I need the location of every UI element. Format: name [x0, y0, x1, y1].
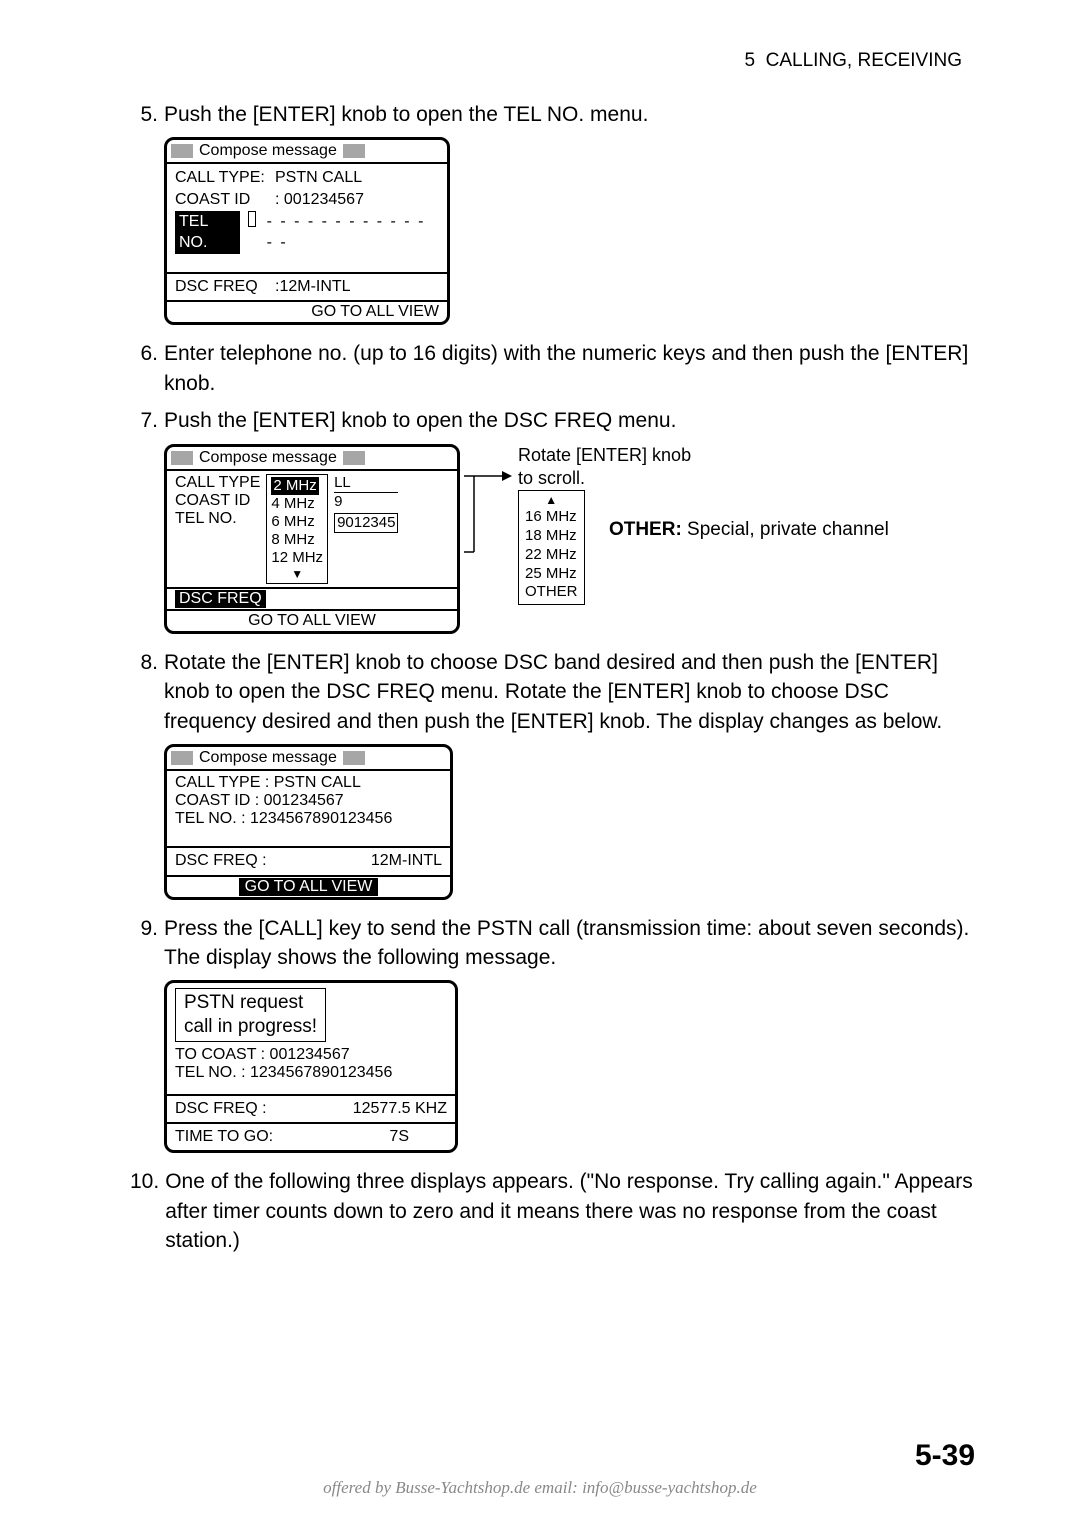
lcd-pstn-request: PSTN request call in progress! TO COAST … [164, 980, 458, 1153]
title-decor-icon [171, 751, 193, 765]
title-decor-icon [343, 144, 365, 158]
field-label: DSC FREQ : [175, 850, 267, 872]
page: 5 CALLING, RECEIVING 5. Push the [ENTER]… [0, 0, 1080, 1528]
step-text: Push the [ENTER] knob to open the TEL NO… [164, 100, 980, 129]
lcd-row: CALL TYPE : PSTN CALL [175, 774, 442, 792]
step-5: 5. Push the [ENTER] knob to open the TEL… [130, 100, 980, 129]
scroll-option: 18 MHz [525, 527, 578, 546]
dropdown-selected: 2 MHz [271, 477, 318, 495]
msg-line: call in progress! [184, 1016, 317, 1037]
chapter-num: 5 [744, 50, 755, 71]
obscured-text: LL 9 9012345 [334, 474, 398, 533]
selected-footer: GO TO ALL VIEW [239, 878, 379, 896]
lcd-compose-1: Compose message CALL TYPE: PSTN CALL COAS… [164, 137, 450, 325]
lcd2-group: Compose message CALL TYPE COAST ID TEL N… [164, 444, 980, 634]
lcd-footer: GO TO ALL VIEW [167, 875, 450, 897]
title-decor-icon [343, 451, 365, 465]
lcd-compose-2: Compose message CALL TYPE COAST ID TEL N… [164, 444, 460, 634]
step-text: Push the [ENTER] knob to open the DSC FR… [164, 406, 980, 435]
step-6: 6. Enter telephone no. (up to 16 digits)… [130, 339, 980, 398]
step-num: 7. [130, 406, 164, 435]
title-decor-icon [171, 451, 193, 465]
scroll-group: Rotate [ENTER] knob to scroll. ▲ 16 MHz … [518, 444, 889, 606]
title-decor-icon [171, 144, 193, 158]
arrow-up-icon: ▲ [525, 493, 578, 508]
lcd-footer: GO TO ALL VIEW [167, 609, 457, 631]
frag: LL [334, 474, 398, 493]
page-footer: offered by Busse-Yachtshop.de email: inf… [0, 1478, 1080, 1498]
lcd-title: Compose message [167, 747, 450, 771]
field-label: COAST ID [175, 189, 267, 211]
field-label: CALL TYPE: [175, 167, 267, 189]
frag-box: 9012345 [334, 513, 398, 533]
lcd-title: Compose message [167, 447, 457, 471]
other-note-bold: OTHER: [609, 519, 682, 540]
field-label: COAST ID [175, 492, 260, 510]
step-10: 10. One of the following three displays … [130, 1167, 980, 1255]
scroll-panel: ▲ 16 MHz 18 MHz 22 MHz 25 MHz OTHER [518, 490, 585, 605]
page-number: 5-39 [915, 1439, 975, 1473]
field-value: 12577.5 KHZ [353, 1098, 447, 1120]
lcd-row: TEL NO. : 1234567890123456 [175, 1064, 447, 1082]
lcd-title-text: Compose message [199, 142, 337, 160]
page-header: 5 CALLING, RECEIVING [130, 50, 980, 72]
dropdown-option: 8 MHz [271, 531, 323, 549]
field-label: TIME TO GO: [175, 1126, 273, 1148]
lcd-row: COAST ID : 001234567 [175, 792, 442, 810]
dropdown-option: 12 MHz [271, 549, 323, 567]
scroll-option: 22 MHz [525, 546, 578, 565]
step-8: 8. Rotate the [ENTER] knob to choose DSC… [130, 648, 980, 736]
field-value: PSTN CALL [275, 167, 362, 189]
cursor-icon [248, 211, 256, 227]
field-labels-col: CALL TYPE COAST ID TEL NO. [175, 474, 260, 558]
lcd-row: TEL NO. : 1234567890123456 [175, 810, 442, 828]
scroll-option: 25 MHz [525, 565, 578, 584]
lcd-title-text: Compose message [199, 749, 337, 767]
step-text: Rotate the [ENTER] knob to choose DSC ba… [164, 648, 980, 736]
freq-dropdown: 2 MHz 4 MHz 6 MHz 8 MHz 12 MHz ▼ [266, 474, 328, 584]
chapter-title: CALLING, RECEIVING [766, 50, 962, 71]
field-label: DSC FREQ : [175, 1098, 267, 1120]
field-label: CALL TYPE [175, 474, 260, 492]
arrow-down-icon: ▼ [271, 567, 323, 581]
placeholder-dashes: - - - - - - - - - - - - - - [267, 211, 439, 254]
step-num: 5. [130, 100, 164, 129]
telno-row: TEL NO. - - - - - - - - - - - - - - [175, 211, 439, 254]
lcd-compose-3: Compose message CALL TYPE : PSTN CALL CO… [164, 744, 453, 900]
dropdown-option: 4 MHz [271, 495, 323, 513]
other-note-rest: Special, private channel [682, 519, 889, 540]
arrow-right-icon [464, 444, 514, 564]
lcd-title-text: Compose message [199, 449, 337, 467]
step-num: 10. [130, 1167, 165, 1255]
dropdown-option: 6 MHz [271, 513, 323, 531]
selected-field: TEL NO. [175, 211, 240, 254]
step-text: One of the following three displays appe… [165, 1167, 980, 1255]
field-value: :12M-INTL [275, 276, 351, 298]
step-7: 7. Push the [ENTER] knob to open the DSC… [130, 406, 980, 435]
field-value: 12M-INTL [371, 850, 442, 872]
step-num: 8. [130, 648, 164, 736]
msg-line: PSTN request [184, 992, 303, 1013]
field-label: TEL NO. [175, 510, 260, 528]
scroll-hint: Rotate [ENTER] knob to scroll. [518, 444, 691, 491]
selected-field: DSC FREQ [175, 590, 266, 608]
lcd-footer: GO TO ALL VIEW [167, 300, 447, 322]
step-num: 6. [130, 339, 164, 398]
scroll-option: 16 MHz [525, 508, 578, 527]
step-9: 9. Press the [CALL] key to send the PSTN… [130, 914, 980, 973]
scroll-option: OTHER [525, 583, 578, 602]
frag: 9 [334, 493, 398, 511]
title-decor-icon [343, 751, 365, 765]
other-note: OTHER: Special, private channel [609, 518, 889, 543]
lcd-row: TO COAST : 001234567 [175, 1046, 447, 1064]
field-value: 7S [389, 1126, 447, 1148]
step-text: Press the [CALL] key to send the PSTN ca… [164, 914, 980, 973]
field-value: : 001234567 [275, 189, 364, 211]
message-box: PSTN request call in progress! [175, 988, 326, 1042]
step-text: Enter telephone no. (up to 16 digits) wi… [164, 339, 980, 398]
lcd-title: Compose message [167, 140, 447, 164]
step-num: 9. [130, 914, 164, 973]
field-label: DSC FREQ [175, 276, 267, 298]
